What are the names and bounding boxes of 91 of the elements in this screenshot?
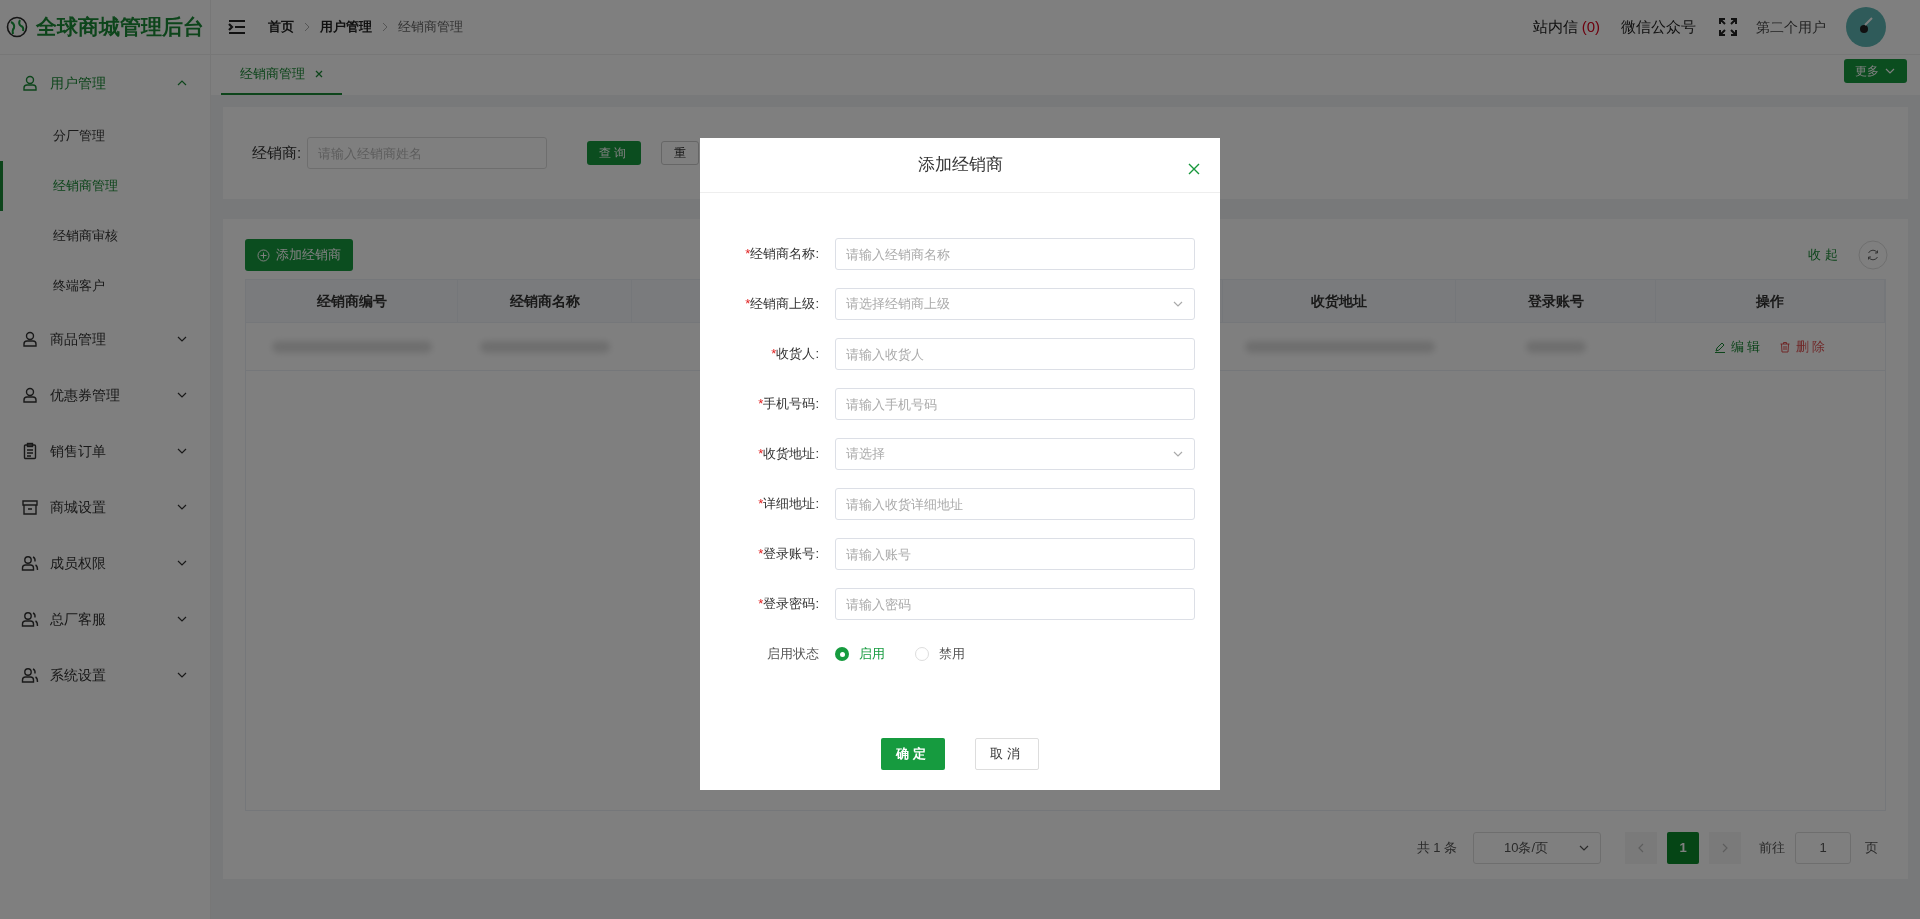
add-dealer-button[interactable]: 添加经销商 (245, 239, 353, 271)
select-field[interactable]: 请选择 (835, 438, 1195, 470)
sidebar-submenu-item[interactable]: 经销商审核 (0, 211, 210, 261)
sidebar-menu-item[interactable]: 商品管理 (0, 311, 210, 367)
required-asterisk: * (758, 545, 764, 564)
required-asterisk: * (758, 495, 764, 514)
required-asterisk: * (745, 295, 751, 314)
total-count: 共 1 条 (1416, 839, 1457, 858)
select-field[interactable]: 请选择经销商上级 (835, 288, 1195, 320)
required-asterisk: * (771, 345, 777, 364)
close-icon[interactable] (315, 70, 323, 78)
field-label: 收货地址: (763, 445, 819, 464)
input-field[interactable]: 请输入账号 (835, 538, 1195, 570)
plus-circle-icon (257, 248, 270, 262)
messages-link[interactable]: 站内信 (1532, 15, 1578, 39)
chevron-right-icon (1721, 843, 1729, 853)
goto-label: 前往 (1759, 839, 1785, 858)
menu-icon[interactable] (228, 19, 246, 35)
sidebar-menu-item[interactable]: 优惠券管理 (0, 367, 210, 423)
reset-button[interactable]: 重 (661, 141, 700, 165)
username[interactable]: 第二个用户 (1756, 16, 1826, 38)
users-icon (21, 610, 39, 628)
collapse-link[interactable]: 收起 (1808, 245, 1842, 265)
message-count: (0) (1581, 16, 1600, 37)
column-header: 经销商编号 (246, 280, 458, 322)
users-icon (21, 666, 39, 684)
cancel-button[interactable]: 取消 (975, 738, 1039, 770)
page-number-button[interactable]: 1 (1667, 832, 1699, 864)
input-field[interactable]: 请输入手机号码 (835, 388, 1195, 420)
confirm-button[interactable]: 确定 (881, 738, 945, 770)
sidebar-menu-item[interactable]: 商城设置 (0, 479, 210, 535)
required-asterisk: * (745, 245, 751, 264)
sidebar-menu-item[interactable]: 用户管理 (0, 55, 210, 111)
input-field[interactable]: 请输入经销商名称 (835, 238, 1195, 270)
globe-logo-icon (6, 16, 28, 38)
field-label: 收货人: (776, 345, 819, 364)
user-icon (21, 74, 39, 92)
breadcrumb-link[interactable]: 首页 (268, 17, 294, 37)
input-field[interactable]: 请输入收货详细地址 (835, 488, 1195, 520)
status-radio[interactable]: 禁用 (915, 644, 965, 664)
store-icon (21, 498, 39, 516)
breadcrumb-link[interactable]: 用户管理 (320, 17, 372, 37)
field-label: 手机号码: (763, 395, 819, 414)
sidebar-menu-item[interactable]: 销售订单 (0, 423, 210, 479)
trash-icon (1778, 340, 1791, 353)
input-field[interactable]: 请输入密码 (835, 588, 1195, 620)
field-label: 详细地址: (763, 495, 819, 514)
goto-page-field[interactable]: 1 (1795, 832, 1851, 864)
delete-link[interactable]: 删除 (1778, 336, 1828, 357)
required-asterisk: * (758, 595, 764, 614)
sidebar-submenu-item[interactable]: 分厂管理 (0, 111, 210, 161)
status-radio[interactable]: 启用 (835, 644, 885, 664)
wechat-link[interactable]: 微信公众号 (1621, 15, 1696, 39)
required-asterisk: * (758, 445, 764, 464)
page-size-select[interactable]: 10条/页 (1473, 832, 1601, 864)
avatar[interactable] (1846, 7, 1886, 47)
user-icon (21, 330, 39, 348)
sidebar-menu-item[interactable]: 总厂客服 (0, 591, 210, 647)
query-button[interactable]: 查询 (587, 141, 642, 165)
more-button[interactable]: 更多 (1844, 59, 1907, 83)
column-header: 收货地址 (1311, 291, 1367, 311)
sidebar-submenu-item[interactable]: 终端客户 (0, 261, 210, 311)
edit-link[interactable]: 编辑 (1713, 336, 1763, 357)
sidebar-menu-item[interactable]: 成员权限 (0, 535, 210, 591)
fullscreen-icon[interactable] (1718, 17, 1738, 37)
sidebar-submenu-item[interactable]: 经销商管理 (0, 161, 210, 211)
page-suffix: 页 (1865, 839, 1878, 858)
field-label: 登录密码: (763, 595, 819, 614)
column-header: 操作 (1756, 291, 1784, 311)
chevron-left-icon (1637, 843, 1645, 853)
user-icon (21, 386, 39, 404)
pencil-icon (1713, 340, 1726, 353)
column-header: 经销商名称 (458, 280, 632, 322)
sidebar-menu-item[interactable]: 系统设置 (0, 647, 210, 703)
page-tab[interactable]: 经销商管理 (221, 55, 342, 95)
close-icon[interactable] (1188, 163, 1200, 175)
status-label: 启用状态 (766, 645, 820, 664)
clipboard-icon (21, 442, 39, 460)
refresh-icon[interactable] (1858, 240, 1888, 270)
required-asterisk: * (758, 395, 764, 414)
dialog-title: 添加经销商 (917, 154, 1003, 177)
users-icon (21, 554, 39, 572)
field-label: 经销商上级: (750, 295, 819, 314)
column-header: 登录账号 (1527, 291, 1584, 311)
app-title: 全球商城管理后台 (36, 14, 204, 41)
field-label: 登录账号: (763, 545, 819, 564)
breadcrumb-separator-icon (303, 22, 311, 32)
input-field[interactable]: 请输入收货人 (835, 338, 1195, 370)
breadcrumb-separator-icon (381, 22, 389, 32)
field-label: 经销商名称: (750, 245, 819, 264)
search-label: 经销商: (252, 142, 302, 163)
